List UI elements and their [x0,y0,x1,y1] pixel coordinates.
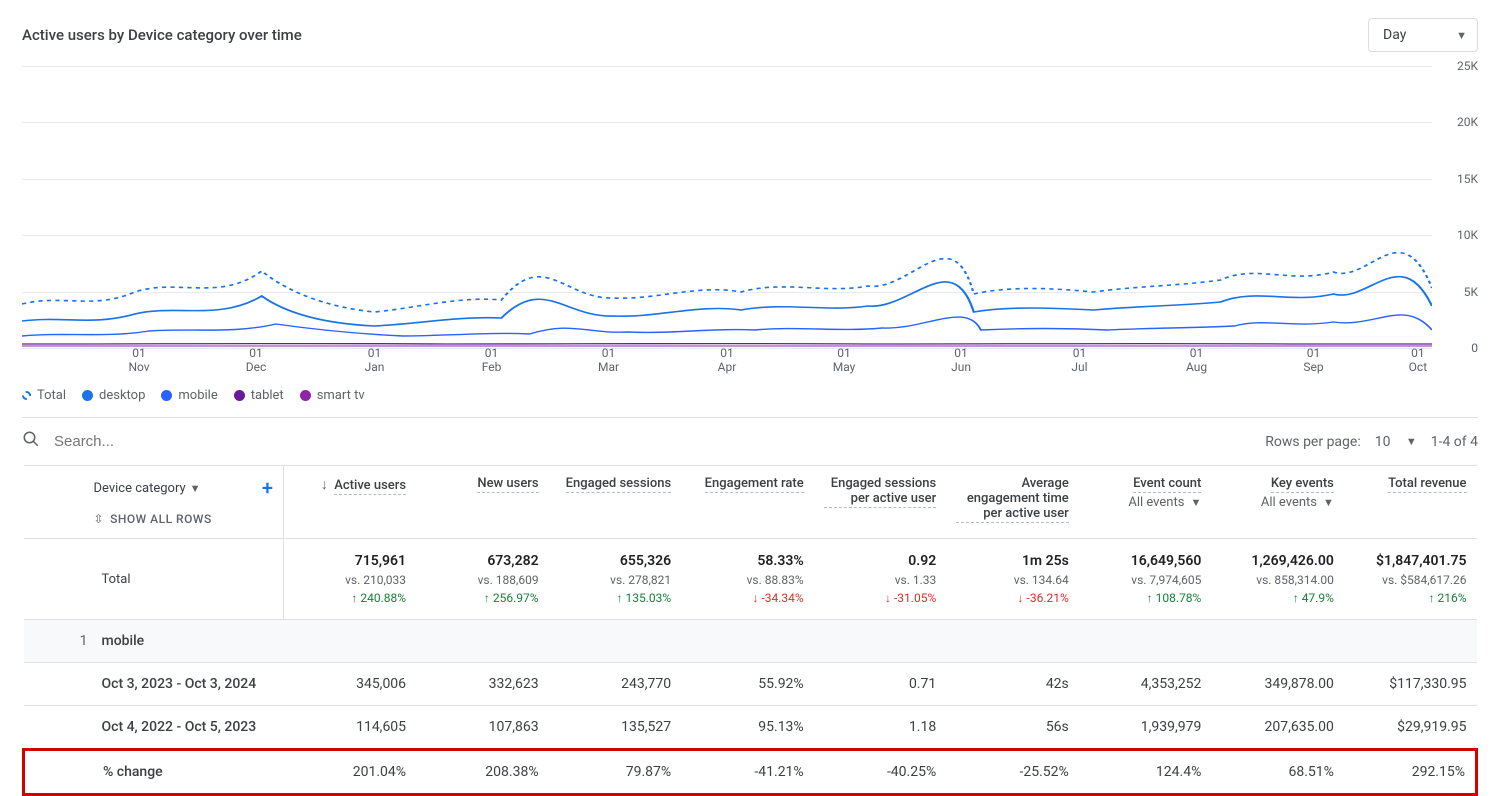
table-cell: 107,863 [416,706,549,750]
total-cell: 0.92 vs. 1.33 -31.05% [814,539,947,620]
table-cell: 292.15% [1344,750,1477,795]
page-title: Active users by Device category over tim… [22,26,1368,44]
col-key-events[interactable]: Key eventsAll events ▼ [1211,466,1344,539]
total-label: Total [24,539,284,620]
granularity-value: Day [1383,27,1406,43]
chevron-down-icon: ▼ [1323,496,1334,509]
chart-area: 25K 20K 15K 10K 5K 0 01Nov 01Dec 01Jan 0… [22,66,1478,376]
table-cell: 56s [946,706,1079,750]
chart-legend: Total desktop mobile tablet smart tv [0,376,1500,403]
total-cell: 715,961 vs. 210,033 240.88% [284,539,417,620]
col-engagement-rate[interactable]: Engagement rate [681,466,814,539]
search-input[interactable] [52,432,1253,451]
table-cell: 124.4% [1079,750,1212,795]
table-cell: $117,330.95 [1344,663,1477,706]
table-cell: 243,770 [549,663,682,706]
chevron-down-icon: ▼ [1456,29,1467,42]
col-new-users[interactable]: New users [416,466,549,539]
table-cell: 0.71 [814,663,947,706]
table-cell: -41.21% [681,750,814,795]
y-tick: 25K [1457,59,1478,73]
table-cell: 345,006 [284,663,417,706]
chart-plot [22,66,1432,348]
circle-dashed-icon [22,391,31,400]
total-cell: 655,326 vs. 278,821 135.03% [549,539,682,620]
table-cell: -40.25% [814,750,947,795]
table-row-label: % change [24,750,284,795]
table-cell: 332,623 [416,663,549,706]
rows-per-page-label: Rows per page: [1265,434,1360,450]
total-cell: 58.33% vs. 88.83% -34.34% [681,539,814,620]
search-icon [22,430,40,453]
table-cell: $29,919.95 [1344,706,1477,750]
show-all-rows-button[interactable]: ⇳ SHOW ALL ROWS [34,500,274,528]
sort-desc-icon: ↓ [321,477,328,493]
table-cell: 208.38% [416,750,549,795]
table-cell: 79.87% [549,750,682,795]
col-total-revenue[interactable]: Total revenue [1344,466,1477,539]
key-events-filter[interactable]: All events ▼ [1261,495,1334,510]
table-cell: 68.51% [1211,750,1344,795]
chevron-down-icon: ▼ [1406,435,1417,448]
circle-icon [300,390,311,401]
col-event-count[interactable]: Event countAll events ▼ [1079,466,1212,539]
legend-total[interactable]: Total [22,388,66,403]
table-cell: 135,527 [549,706,682,750]
table-row-label: Oct 3, 2023 - Oct 3, 2024 [24,663,284,706]
legend-smart-tv[interactable]: smart tv [300,388,365,403]
event-count-filter[interactable]: All events ▼ [1128,495,1201,510]
legend-mobile[interactable]: mobile [161,388,217,403]
table-cell: 55.92% [681,663,814,706]
expand-icon: ⇳ [94,512,105,526]
table-cell: 349,878.00 [1211,663,1344,706]
y-tick: 10K [1457,228,1478,242]
legend-tablet[interactable]: tablet [234,388,284,403]
y-tick: 5K [1464,285,1478,299]
col-engaged-per-user[interactable]: Engaged sessions per active user [814,466,947,539]
circle-icon [234,390,245,401]
col-avg-engagement-time[interactable]: Average engagement time per active user [946,466,1079,539]
total-cell: 673,282 vs. 188,609 256.97% [416,539,549,620]
y-tick: 15K [1457,172,1478,186]
total-cell: 1m 25s vs. 134.64 -36.21% [946,539,1079,620]
circle-icon [82,390,93,401]
rows-per-page-select[interactable]: 10 ▼ [1375,434,1417,450]
total-cell: 16,649,560 vs. 7,974,605 108.78% [1079,539,1212,620]
table-cell: 201.04% [284,750,417,795]
legend-desktop[interactable]: desktop [82,388,145,403]
total-cell: $1,847,401.75 vs. $584,617.26 216% [1344,539,1477,620]
table-cell: 95.13% [681,706,814,750]
table-cell: 207,635.00 [1211,706,1344,750]
table-cell: 4,353,252 [1079,663,1212,706]
table-cell: -25.52% [946,750,1079,795]
chevron-down-icon: ▼ [190,482,201,495]
table-cell: 114,605 [284,706,417,750]
table-cell: 1,939,979 [1079,706,1212,750]
circle-icon [161,390,172,401]
table-cell: 1.18 [814,706,947,750]
x-tick: 01 [128,346,149,360]
col-engaged-sessions[interactable]: Engaged sessions [549,466,682,539]
col-active-users[interactable]: ↓ Active users [284,466,417,539]
chevron-down-icon: ▼ [1190,496,1201,509]
granularity-select[interactable]: Day ▼ [1368,18,1478,52]
y-tick: 20K [1457,115,1478,129]
y-tick: 0 [1471,341,1478,355]
table-row-label[interactable]: 1mobile [24,620,284,663]
dimension-select[interactable]: Device category ▼ [94,481,201,496]
table-row-label: Oct 4, 2022 - Oct 5, 2023 [24,706,284,750]
pagination-range: 1-4 of 4 [1431,434,1478,450]
table-cell: 42s [946,663,1079,706]
add-dimension-button[interactable]: + [262,476,273,500]
total-cell: 1,269,426.00 vs. 858,314.00 47.9% [1211,539,1344,620]
